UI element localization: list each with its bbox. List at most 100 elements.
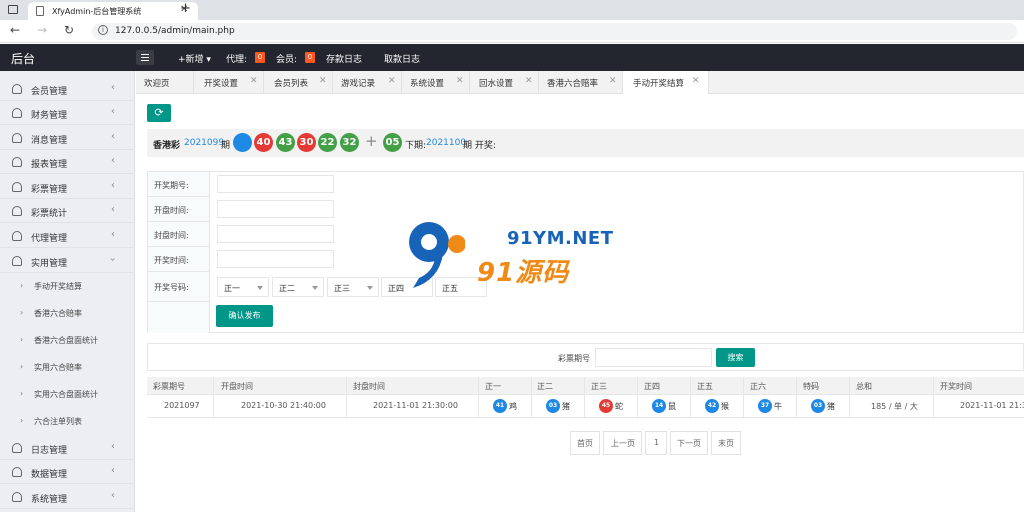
table-header: 彩票期号 开盘时间 封盘时间 正一 正二 正三 正四 正五 正六 特码 总和 开… bbox=[147, 377, 1024, 395]
withdraw-log-link[interactable]: 取款日志 bbox=[384, 52, 420, 65]
col-header: 开盘时间 bbox=[221, 382, 253, 391]
open-time-input[interactable] bbox=[217, 200, 334, 218]
period-search-input[interactable] bbox=[595, 348, 712, 367]
sidebar-subitem-manual-draw[interactable]: › 手动开奖结算 bbox=[0, 273, 135, 300]
divider bbox=[531, 377, 532, 418]
browser-tab-title: XfyAdmin-后台管理系统 bbox=[52, 7, 142, 16]
watermark-cn: 91源码 bbox=[477, 258, 570, 288]
next-page-button[interactable]: 下一页 bbox=[670, 431, 708, 455]
chevron-left-icon: ‹ bbox=[111, 155, 115, 166]
sidebar-subitem-label: 香港六合赔率 bbox=[34, 309, 82, 318]
chevron-right-icon: › bbox=[20, 389, 24, 398]
close-icon[interactable]: ✕ bbox=[319, 76, 327, 86]
select-zheng3[interactable]: 正三 bbox=[327, 277, 379, 297]
tab-manual-draw[interactable]: 手动开奖结算 ✕ bbox=[623, 71, 709, 94]
tab-welcome[interactable]: 欢迎页 bbox=[136, 71, 194, 94]
page-1-button[interactable]: 1 bbox=[645, 431, 667, 455]
select-zheng1[interactable]: 正一 bbox=[217, 277, 269, 297]
chevron-left-icon: ‹ bbox=[111, 465, 115, 476]
tab-rebate-settings[interactable]: 回水设置 ✕ bbox=[470, 71, 539, 94]
refresh-button[interactable]: ⟳ bbox=[147, 104, 171, 122]
tab-label: 开奖设置 bbox=[204, 79, 239, 89]
sidebar-item-members[interactable]: 会员管理 ‹ bbox=[0, 77, 135, 101]
sidebar-subitem-bet-list[interactable]: › 六合注单列表 bbox=[0, 408, 135, 435]
search-button[interactable]: 搜索 bbox=[716, 348, 755, 367]
table-row[interactable]: 2021097 2021-10-30 21:40:00 2021-11-01 2… bbox=[147, 395, 1024, 418]
sidebar-item-label: 日志管理 bbox=[31, 446, 68, 456]
sidebar-item-lottery-stats[interactable]: 彩票统计 ‹ bbox=[0, 199, 135, 223]
sidebar-item-lottery[interactable]: 彩票管理 ‹ bbox=[0, 175, 135, 199]
first-page-button[interactable]: 首页 bbox=[570, 431, 600, 455]
sidebar-item-reports[interactable]: 报表管理 ‹ bbox=[0, 150, 135, 174]
close-icon[interactable]: ✕ bbox=[525, 76, 533, 86]
tab-system-settings[interactable]: 系统设置 ✕ bbox=[402, 71, 470, 94]
tab-member-list[interactable]: 会员列表 ✕ bbox=[264, 71, 333, 94]
close-icon[interactable]: ✕ bbox=[456, 76, 464, 86]
address-bar[interactable]: i 127.0.0.5/admin/main.php bbox=[92, 23, 1017, 40]
close-icon[interactable]: ✕ bbox=[250, 76, 258, 86]
window-icon[interactable] bbox=[8, 5, 18, 14]
back-icon[interactable]: ← bbox=[10, 23, 20, 37]
info-icon[interactable]: i bbox=[98, 25, 108, 35]
divider bbox=[584, 377, 585, 418]
sidebar-subitem-practical-stats[interactable]: › 实用六合盘面统计 bbox=[0, 381, 135, 408]
form-label-cell: 开奖号码: bbox=[148, 272, 210, 302]
sidebar-item-utility[interactable]: 实用管理 ‹ bbox=[0, 249, 135, 273]
refresh-icon: ⟳ bbox=[154, 106, 164, 119]
browser-tab[interactable]: XfyAdmin-后台管理系统 ✕ bbox=[28, 2, 198, 20]
search-bar: 彩票期号 搜索 bbox=[147, 343, 1024, 371]
period-input[interactable] bbox=[217, 175, 334, 193]
menu-toggle-button[interactable] bbox=[136, 50, 154, 65]
new-tab-icon[interactable]: + bbox=[180, 1, 191, 16]
forward-icon[interactable]: → bbox=[37, 23, 47, 37]
chevron-left-icon: ‹ bbox=[111, 106, 115, 117]
sidebar-item-label: 彩票管理 bbox=[31, 185, 68, 195]
tab-draw-settings[interactable]: 开奖设置 ✕ bbox=[194, 71, 264, 94]
member-count-badge[interactable]: 0 bbox=[305, 52, 315, 63]
select-value: 正三 bbox=[334, 284, 350, 293]
search-label: 彩票期号 bbox=[558, 354, 590, 363]
tab-game-records[interactable]: 游戏记录 ✕ bbox=[333, 71, 402, 94]
divider bbox=[690, 377, 691, 418]
sidebar-item-logs[interactable]: 日志管理 ‹ bbox=[0, 436, 135, 460]
confirm-publish-button[interactable]: 确认发布 bbox=[216, 305, 273, 327]
sidebar-item-data[interactable]: 数据管理 ‹ bbox=[0, 460, 135, 484]
deposit-log-link[interactable]: 存款日志 bbox=[326, 52, 362, 65]
select-value: 正一 bbox=[224, 284, 240, 293]
sidebar-subitem-hk-odds[interactable]: › 香港六合赔率 bbox=[0, 300, 135, 327]
brand-title: 后台 bbox=[11, 52, 36, 66]
sidebar-item-system[interactable]: 系统管理 ‹ bbox=[0, 485, 135, 509]
draw-time-input[interactable] bbox=[217, 250, 334, 268]
sidebar-subitem-practical-odds[interactable]: › 实用六合赔率 bbox=[0, 354, 135, 381]
sidebar-subitem-hk-stats[interactable]: › 香港六合盘面统计 bbox=[0, 327, 135, 354]
sidebar-item-label: 消息管理 bbox=[31, 136, 68, 146]
tab-hk-odds[interactable]: 香港六合赔率 ✕ bbox=[539, 71, 623, 94]
sidebar-item-label: 会员管理 bbox=[31, 87, 68, 97]
close-time-input[interactable] bbox=[217, 225, 334, 243]
caret-down-icon bbox=[367, 286, 373, 290]
close-icon[interactable]: ✕ bbox=[692, 76, 700, 86]
close-icon[interactable]: ✕ bbox=[609, 76, 617, 86]
last-page-button[interactable]: 末页 bbox=[711, 431, 741, 455]
new-menu-button[interactable]: +新增 ▾ bbox=[178, 52, 211, 65]
zodiac-label: 鸡 bbox=[509, 402, 517, 411]
next-suffix: 期 开奖: bbox=[463, 141, 496, 151]
sidebar-item-finance[interactable]: 财务管理 ‹ bbox=[0, 101, 135, 125]
col-header: 正二 bbox=[537, 382, 553, 391]
watermark-nine-icon bbox=[409, 222, 465, 288]
tab-label: 欢迎页 bbox=[144, 79, 170, 89]
sidebar-item-agents[interactable]: 代理管理 ‹ bbox=[0, 224, 135, 248]
chevron-left-icon: ‹ bbox=[111, 82, 115, 93]
col-header: 正一 bbox=[485, 382, 501, 391]
sidebar-item-messages[interactable]: 消息管理 ‹ bbox=[0, 126, 135, 150]
next-period: 2021100 bbox=[426, 138, 467, 148]
app-header: 后台 +新增 ▾ 代理: 0 会员: 0 存款日志 取款日志 bbox=[0, 44, 1024, 71]
select-zheng2[interactable]: 正二 bbox=[272, 277, 324, 297]
sidebar-subitem-label: 香港六合盘面统计 bbox=[34, 336, 98, 345]
prev-page-button[interactable]: 上一页 bbox=[603, 431, 642, 455]
close-icon[interactable]: ✕ bbox=[388, 76, 396, 86]
col-header: 正四 bbox=[644, 382, 660, 391]
url-text[interactable]: 127.0.0.5/admin/main.php bbox=[115, 26, 235, 36]
agent-count-badge[interactable]: 0 bbox=[255, 52, 265, 63]
reload-icon[interactable]: ↻ bbox=[64, 23, 74, 37]
